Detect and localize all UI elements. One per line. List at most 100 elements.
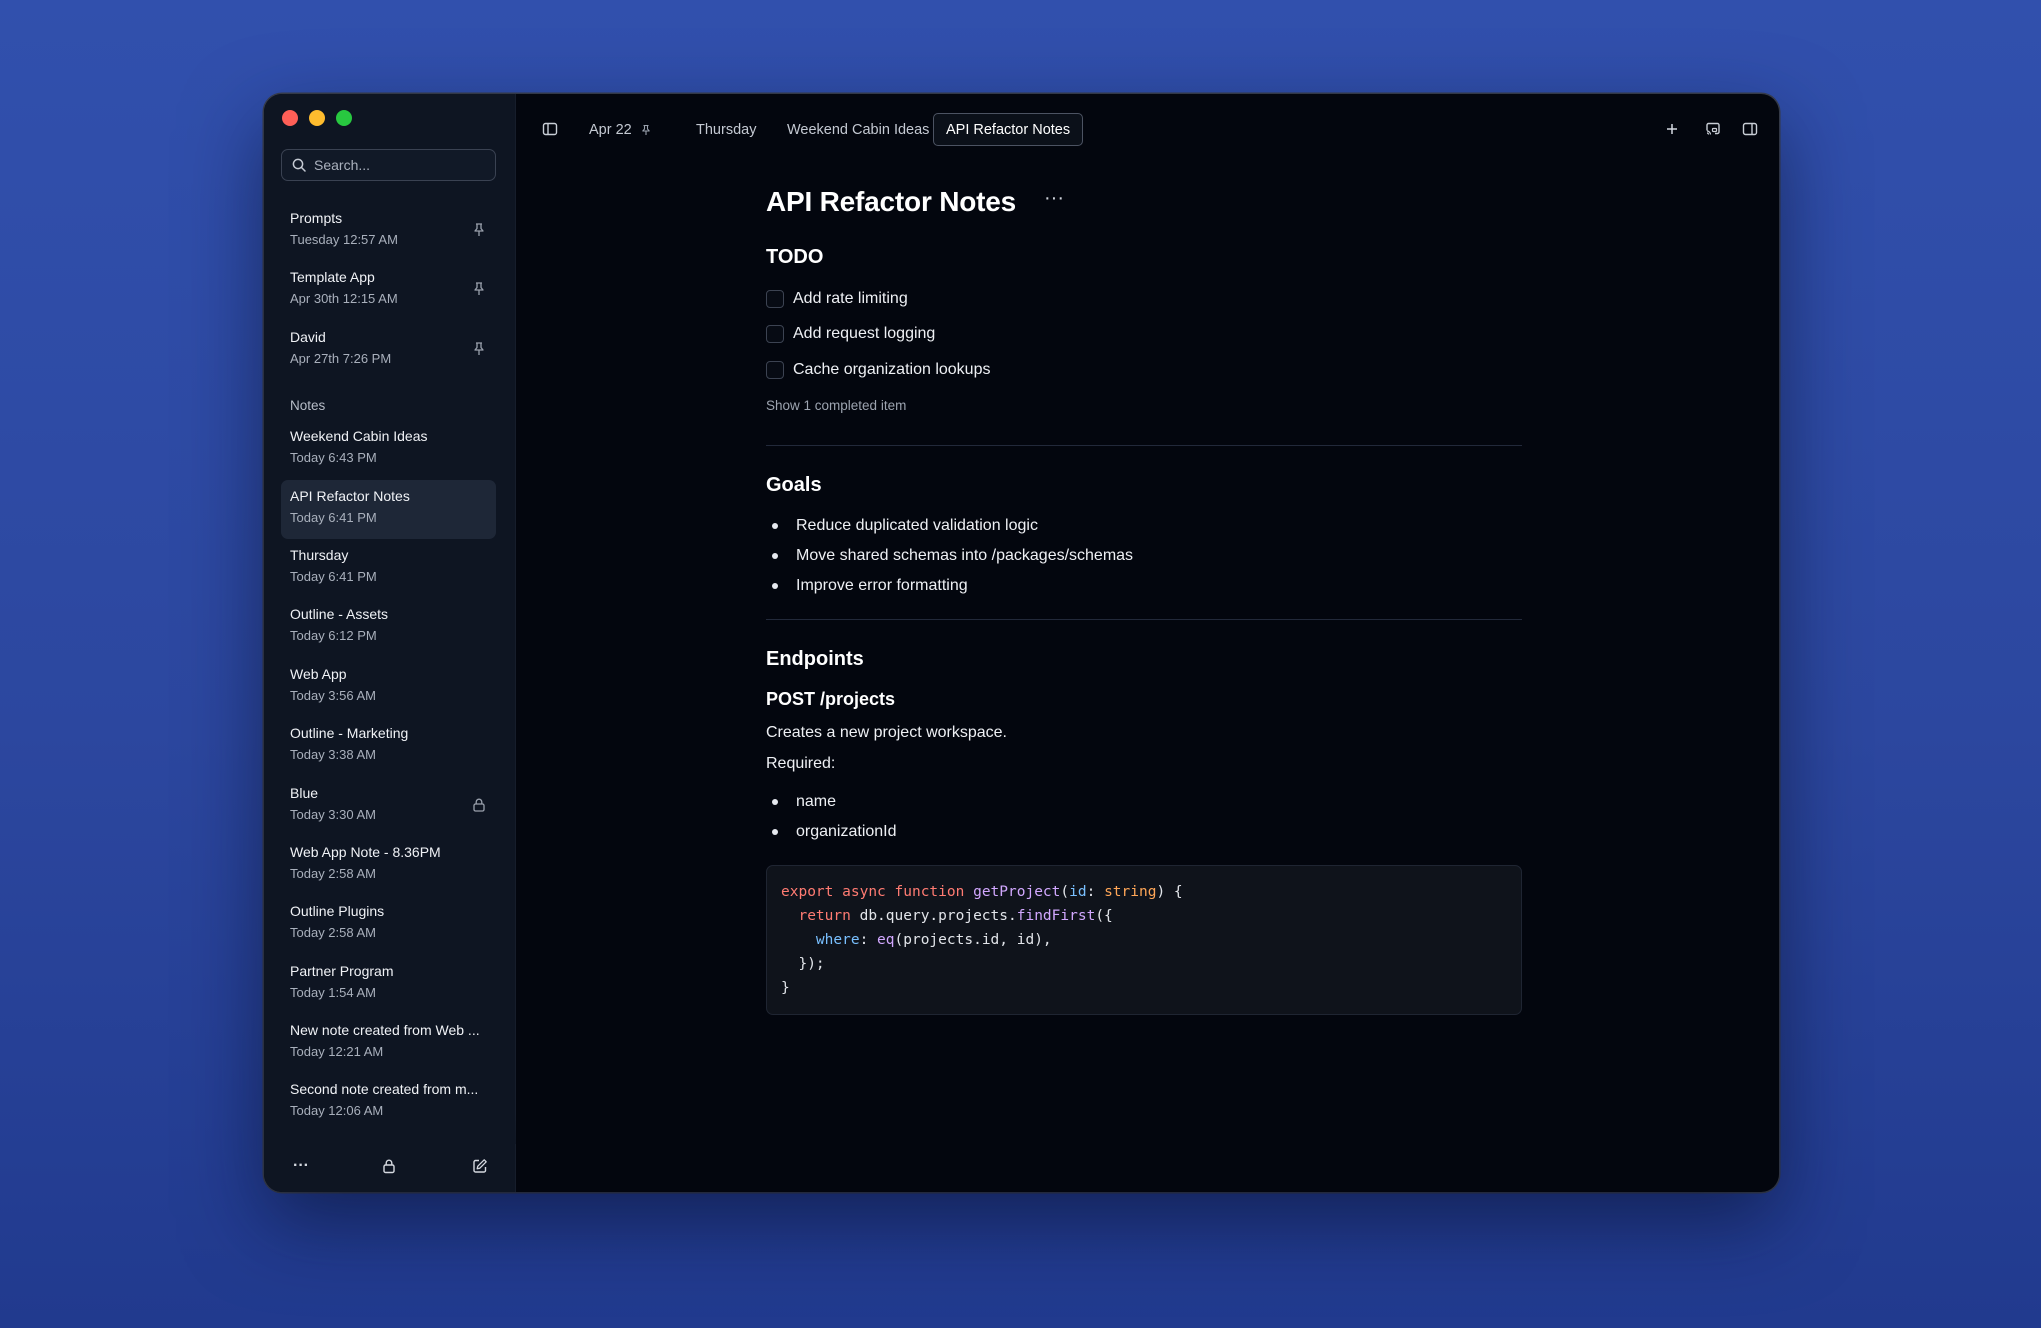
note-date: Today 3:56 AM	[290, 687, 376, 703]
note-date: Today 6:12 PM	[290, 628, 377, 644]
list-item: Reduce duplicated validation logic	[766, 511, 1522, 541]
todo-text: Add rate limiting	[793, 289, 908, 307]
tab-api-refactor-notes[interactable]: API Refactor Notes	[933, 113, 1084, 146]
cast-button[interactable]	[1704, 120, 1722, 138]
tab-bar: Apr 22 Thursday Weekend Cabin Ideas API …	[516, 94, 1779, 162]
search-box[interactable]	[281, 149, 496, 181]
zoom-window-button[interactable]	[336, 110, 352, 126]
note-date: Today 6:41 PM	[290, 568, 377, 584]
note-date: Apr 30th 12:15 AM	[290, 291, 398, 307]
bullet-dot	[772, 552, 778, 559]
note-title: Thursday	[290, 546, 349, 563]
note-list-item[interactable]: Outline - Assets Today 6:12 PM	[281, 598, 496, 657]
todo-checkbox[interactable]	[766, 325, 784, 344]
note-title: Weekend Cabin Ideas	[290, 428, 428, 445]
list-item-text: Reduce duplicated validation logic	[796, 516, 1038, 534]
tab-apr-22[interactable]: Apr 22	[577, 113, 664, 146]
note-title: Template App	[290, 269, 375, 286]
tab-label: Apr 22	[589, 121, 632, 138]
tab-label: Weekend Cabin Ideas	[787, 121, 930, 138]
list-item-text: organizationId	[796, 822, 897, 840]
note-date: Today 6:43 PM	[290, 450, 377, 466]
right-panel-icon	[1742, 122, 1758, 136]
list-item-text: Improve error formatting	[796, 576, 968, 594]
note-date: Today 3:38 AM	[290, 747, 376, 763]
more-options-button[interactable]: ···	[291, 1156, 311, 1176]
note-title: Second note created from m...	[290, 1081, 479, 1098]
lock-icon	[471, 797, 487, 813]
toggle-sidebar-button[interactable]	[541, 120, 559, 138]
note-list-item[interactable]: Outline - Marketing Today 3:38 AM	[281, 717, 496, 776]
list-item-text: name	[796, 792, 837, 810]
note-date: Today 3:30 AM	[290, 806, 376, 822]
compose-icon	[473, 1159, 487, 1173]
bullet-dot	[772, 582, 778, 589]
tab-label: API Refactor Notes	[946, 121, 1071, 138]
note-list-item[interactable]: Outline Plugins Today 2:58 AM	[281, 895, 496, 954]
note-date: Apr 27th 7:26 PM	[290, 350, 392, 366]
todo-checkbox[interactable]	[766, 360, 784, 379]
note-list-item[interactable]: Web App Today 3:56 AM	[281, 658, 496, 717]
note-title: API Refactor Notes	[290, 487, 410, 504]
note-list-item[interactable]: Template App Apr 30th 12:15 AM	[281, 261, 496, 320]
search-input[interactable]	[314, 157, 484, 173]
note-list-item[interactable]: API Refactor Notes Today 6:41 PM	[281, 479, 496, 539]
todo-item: Add rate limiting	[766, 281, 1522, 317]
search-icon	[292, 158, 306, 172]
sidebar-footer: ···	[264, 1144, 516, 1192]
new-note-button[interactable]	[470, 1156, 490, 1176]
note-list-item[interactable]: Weekend Cabin Ideas Today 6:43 PM	[281, 420, 496, 479]
note-date: Today 12:06 AM	[290, 1103, 384, 1119]
window-controls	[282, 110, 352, 126]
note-title: Outline Plugins	[290, 903, 385, 920]
note-title: David	[290, 328, 326, 345]
note-list-item[interactable]: Partner Program Today 1:54 AM	[281, 955, 496, 1014]
code-block[interactable]: export async function getProject(id: str…	[766, 864, 1522, 1015]
minimize-window-button[interactable]	[309, 110, 325, 126]
app-window: Prompts Tuesday 12:57 AM Template App Apr 3…	[264, 94, 1779, 1192]
section-label: Notes	[290, 398, 326, 414]
todo-item: Add request logging	[766, 317, 1522, 353]
note-list-item[interactable]: Blue Today 3:30 AM	[281, 777, 496, 836]
goals-list: Reduce duplicated validation logic Move s…	[766, 511, 1522, 601]
todo-checkbox[interactable]	[766, 289, 784, 308]
list-item: Improve error formatting	[766, 571, 1522, 601]
note-list-item[interactable]: David Apr 27th 7:26 PM	[281, 321, 496, 380]
document: API Refactor Notes ··· TODO Add rate lim…	[766, 186, 1522, 1015]
todo-heading: TODO	[766, 246, 824, 268]
note-list: Prompts Tuesday 12:57 AM Template App Apr 3…	[281, 202, 496, 1138]
bullet-dot	[772, 798, 778, 805]
show-completed-link[interactable]: Show 1 completed item	[766, 398, 1522, 413]
post-description: Creates a new project workspace.	[766, 723, 1007, 741]
doc-title[interactable]: API Refactor Notes	[766, 186, 1016, 218]
tab-weekend-cabin-ideas[interactable]: Weekend Cabin Ideas	[775, 113, 941, 146]
new-tab-button[interactable]	[1663, 120, 1681, 138]
pin-icon	[641, 124, 650, 135]
post-projects-heading: POST /projects	[766, 688, 896, 709]
note-list-item[interactable]: Second note created from m... Today 12:06…	[281, 1073, 496, 1132]
pin-icon	[471, 222, 487, 238]
note-title: Partner Program	[290, 962, 394, 979]
note-date: Today 2:58 AM	[290, 925, 376, 941]
todo-item: Cache organization lookups	[766, 352, 1522, 388]
close-window-button[interactable]	[282, 110, 298, 126]
note-title: Web App	[290, 665, 347, 682]
note-date: Today 6:41 PM	[290, 509, 377, 525]
cast-icon	[1706, 122, 1720, 135]
toggle-right-panel-button[interactable]	[1741, 120, 1759, 138]
note-date: Tuesday 12:57 AM	[290, 232, 398, 247]
list-item: name	[766, 787, 1522, 817]
lock-button[interactable]	[379, 1156, 399, 1176]
note-list-item[interactable]: New note created from Web ... Today 12:21…	[281, 1014, 496, 1073]
note-list-item[interactable]: Web App Note - 8.36PM Today 2:58 AM	[281, 836, 496, 895]
pin-icon	[471, 281, 487, 297]
note-title: New note created from Web ...	[290, 1022, 480, 1039]
doc-header: API Refactor Notes ···	[766, 186, 1522, 218]
note-title: Outline - Marketing	[290, 725, 409, 742]
note-list-item[interactable]: Thursday Today 6:41 PM	[281, 539, 496, 598]
note-list-item[interactable]: Prompts Tuesday 12:57 AM	[281, 202, 496, 261]
doc-more-button[interactable]: ···	[1044, 187, 1064, 210]
endpoints-heading: Endpoints	[766, 647, 864, 670]
note-title: Blue	[290, 784, 319, 801]
tab-thursday[interactable]: Thursday	[684, 113, 768, 146]
